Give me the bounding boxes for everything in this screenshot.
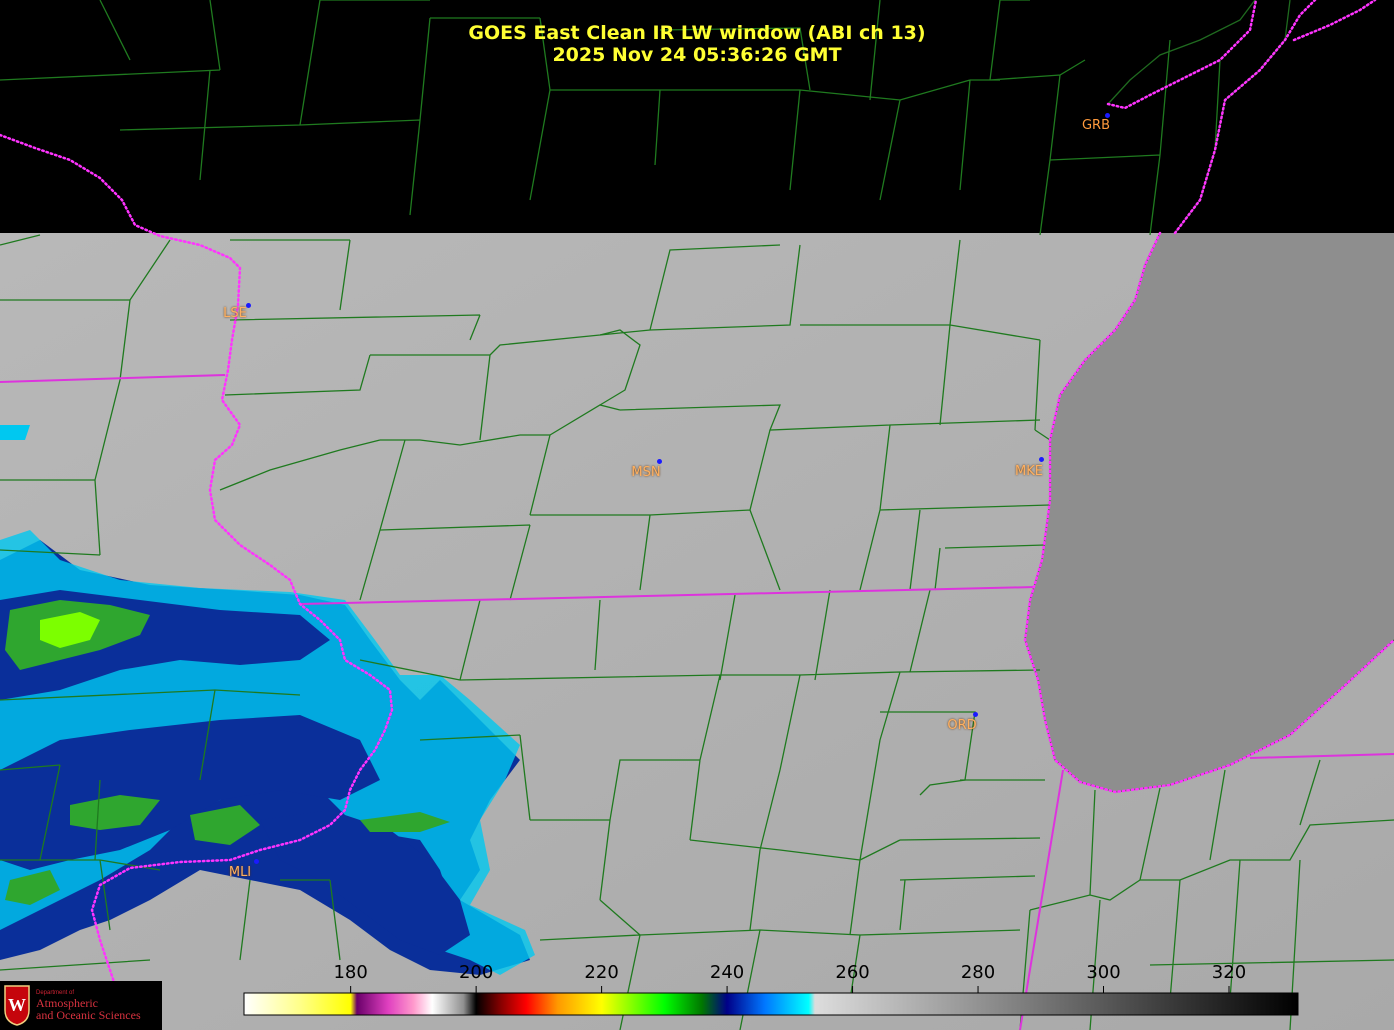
station-dot-msn	[657, 459, 662, 464]
map-title: GOES East Clean IR LW window (ABI ch 13)	[468, 22, 926, 44]
station-label-msn: MSN	[631, 465, 661, 480]
station-label-ord: ORD	[947, 718, 977, 733]
station-dot-mli	[254, 859, 259, 864]
station-label-grb: GRB	[1081, 118, 1111, 133]
satellite-ir-map	[0, 0, 1394, 1030]
logo-line2: and Oceanic Sciences	[36, 1008, 141, 1022]
station-label-lse: LSE	[223, 306, 247, 321]
colorbar-tick-280: 280	[960, 962, 996, 983]
colorbar-tick-240: 240	[709, 962, 745, 983]
aos-logo: W Department of Atmospheric and Oceanic …	[0, 981, 162, 1030]
map-timestamp: 2025 Nov 24 05:36:26 GMT	[552, 44, 842, 66]
station-label-mli: MLI	[228, 865, 252, 880]
colorbar-tick-220: 220	[584, 962, 619, 983]
uw-seal-icon: W	[4, 985, 30, 1026]
svg-text:W: W	[8, 995, 26, 1015]
station-label-mke: MKE	[1015, 464, 1043, 479]
colorbar-tick-300: 300	[1086, 962, 1121, 983]
colorbar-tick-320: 320	[1211, 962, 1247, 983]
station-dot-mke	[1039, 457, 1044, 462]
colorbar-tick-200: 200	[458, 962, 494, 983]
colorbar-tick-260: 260	[835, 962, 870, 983]
colorbar-gradient	[243, 992, 1299, 1016]
station-dot-ord	[973, 712, 978, 717]
colorbar-tick-180: 180	[333, 962, 368, 983]
